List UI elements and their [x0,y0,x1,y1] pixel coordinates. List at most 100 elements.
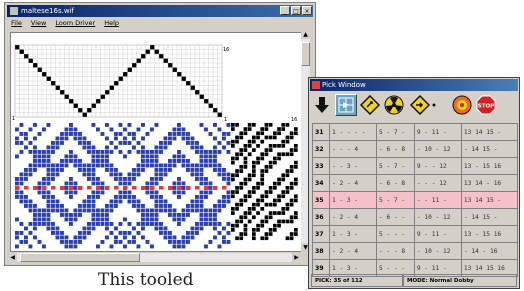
cloth-cell [195,199,199,204]
menu-help[interactable]: Help [104,18,119,29]
cloth-cell [100,172,105,177]
cloth-cell [55,231,60,235]
cloth-cell [154,150,159,154]
horizontal-scrollbar[interactable]: ◀ ▶ [8,253,301,262]
liftplan-cell [264,232,269,236]
cloth-cell [118,123,123,127]
cloth-cell [37,244,42,249]
liftplan-cell [252,177,256,182]
pick-row[interactable]: 34- 2 - 4- 6 - 8- - - 12 13 14 - 16 [312,174,519,192]
cloth-cell [33,123,37,127]
yield-sign-icon[interactable] [359,94,381,116]
cloth-cell [226,222,231,226]
cloth-cell [69,172,73,177]
scroll-left-icon[interactable]: ◀ [8,253,17,262]
liftplan-cell [285,236,290,241]
cloth-cell [150,195,154,199]
cloth-cell [73,177,78,181]
liftplan-cell [268,148,273,152]
cloth-cell [145,199,150,204]
stop-sign-icon[interactable]: STOP [475,94,497,116]
scroll-up-icon[interactable]: ▲ [301,30,310,39]
bullseye-icon[interactable] [451,94,473,116]
maximize-button[interactable]: □ [291,6,301,15]
liftplan-cell [273,177,277,182]
cloth-cell [46,222,51,226]
liftplan-cell [252,207,256,211]
cloth-cell [51,226,55,231]
cloth-cell [145,240,150,244]
cloth-cell [55,132,60,136]
pick-row[interactable]: 35 1 - 3 -5 - 7 -- - 11 -13 14 15 - [312,191,519,209]
cloth-cell [91,217,96,222]
cloth-cell [64,141,69,145]
radiation-icon[interactable] [383,94,405,116]
cloth-cell [127,208,132,213]
menu-loom-driver[interactable]: Loom Driver [55,18,95,29]
cloth-cell [150,199,154,204]
vertical-scroll-thumb[interactable] [301,42,310,66]
liftplan-cell [281,219,286,224]
pick-row[interactable]: 32- - - 4- 6 - 8- 10 - 12- 14 15 - [312,140,519,158]
liftplan-cell [260,127,265,131]
liftplan-cell [256,194,260,199]
cloth-cell [37,136,42,141]
scroll-right-icon[interactable]: ▶ [292,253,301,262]
cloth-cell [105,190,109,195]
cloth-cell [204,222,208,226]
liftplan-cell [294,181,298,186]
menu-file[interactable]: File [11,18,22,29]
pick-row[interactable]: 31 1 - - - -5 - 7 -9 - 11 -13 14 15 - [312,123,519,141]
cloth-cell [109,145,114,150]
down-arrow-icon[interactable] [311,94,333,116]
liftplan-cell [277,123,281,127]
horizontal-scroll-thumb[interactable] [20,253,140,262]
cloth-cell [213,208,217,213]
cloth-cell [69,141,73,145]
cloth-cell [69,199,73,204]
shaft-cell: - 10 - 12 [413,208,462,226]
dropdown-dot-icon[interactable] [429,94,439,116]
close-button[interactable]: × [302,6,312,15]
cloth-cell [123,195,127,199]
liftplan-cell [264,144,269,148]
cloth-cell [154,240,159,244]
cloth-cell [73,244,78,249]
pick-row[interactable]: 36- 2 - 4- 6 - -- 10 - 12- 14 15 - [312,208,519,226]
cloth-cell [109,199,114,204]
cloth-cell [37,186,42,190]
cloth-cell [186,159,190,163]
cloth-cell [163,136,168,141]
cloth-cell [226,154,231,159]
cloth-cell [123,190,127,195]
cloth-cell [141,159,145,163]
pick-window-title-bar[interactable]: Pick Window [310,79,518,91]
diamond-pick-icon[interactable] [409,94,431,116]
pick-row[interactable]: 38- 2 - 4- - - 8- 10 - 12- 14 - 16 [312,242,519,260]
cloth-cell [217,217,222,222]
pick-row[interactable]: 33- - 3 -5 - 7 -9 - - 12 13 - 15 16 [312,157,519,175]
title-bar[interactable]: maltese16s.wif _ □ × [7,5,313,17]
liftplan-cell [260,139,265,144]
liftplan-cell [235,186,239,190]
pick-grid-icon[interactable] [335,94,357,116]
cloth-cell [64,208,69,213]
cloth-cell [114,141,118,145]
liftplan-cell [231,228,235,232]
cloth-cell [199,244,204,249]
status-bar: PICK: 35 of 112 MODE: Normal Dobby [311,274,517,287]
liftplan-cell [285,190,290,194]
cloth-cell [226,168,231,172]
menu-view[interactable]: View [31,18,46,29]
weft-highlight [105,186,110,190]
minimize-button[interactable]: _ [280,6,290,15]
draft-canvas[interactable] [10,32,302,252]
cloth-cell [46,123,51,127]
cloth-cell [208,141,213,145]
cloth-cell [87,213,91,217]
liftplan-cell [260,181,265,186]
cloth-cell [73,222,78,226]
threading-cell [181,76,186,81]
pick-row[interactable]: 37 1 - 3 -5 - - -9 - 11 -13 - 15 16 [312,225,519,243]
cloth-cell [109,222,114,226]
